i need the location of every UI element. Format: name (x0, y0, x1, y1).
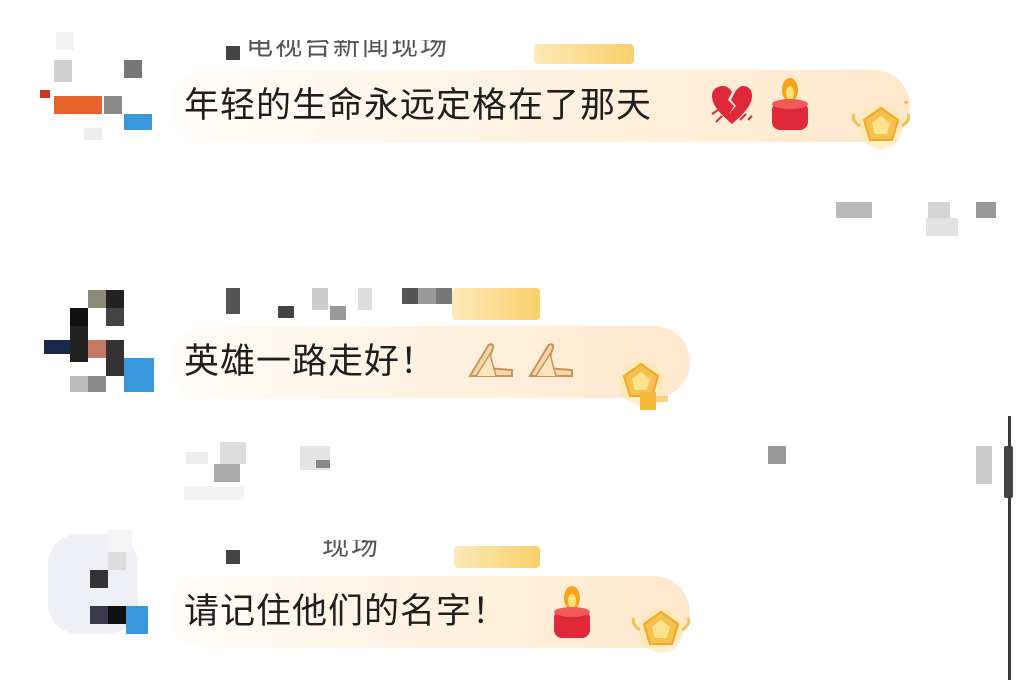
username-text: 现场 (322, 540, 380, 562)
gold-medal-icon (610, 352, 672, 414)
avatar[interactable] (44, 290, 154, 400)
comment-bubble: 请记住他们的名字！ (170, 576, 691, 653)
scrollbar[interactable] (1004, 416, 1014, 680)
comment-text: 年轻的生命永远定格在了那天 (184, 86, 653, 126)
broken-heart-icon (710, 84, 754, 128)
username[interactable]: 电视台新闻现场 (186, 40, 636, 74)
level-badge (534, 44, 634, 64)
candle-icon (550, 584, 594, 640)
comment-bubble: 年轻的生命永远定格在了那天 ✦ (170, 70, 910, 149)
gold-medal-icon (630, 600, 692, 662)
gold-medal-icon: ✦ (850, 96, 912, 158)
candle-icon (768, 76, 812, 132)
folded-hands-icon (526, 340, 576, 380)
level-badge (454, 546, 540, 568)
username[interactable]: 现场 (186, 540, 606, 574)
level-badge (452, 288, 540, 320)
comment-text: 请记住他们的名字！ (184, 592, 509, 632)
username-text: 电视台新闻现场 (246, 40, 449, 62)
comment-meta (836, 180, 1006, 236)
username[interactable] (186, 288, 586, 322)
folded-hands-icon (466, 340, 516, 380)
comment-meta (180, 436, 1000, 502)
comment-text: 英雄一路走好！ (184, 342, 437, 382)
svg-text:✦: ✦ (902, 98, 910, 109)
avatar[interactable] (38, 530, 148, 640)
comment-bubble: 英雄一路走好！ (170, 326, 690, 410)
avatar[interactable] (40, 32, 152, 142)
scrollbar-thumb[interactable] (1004, 446, 1013, 498)
